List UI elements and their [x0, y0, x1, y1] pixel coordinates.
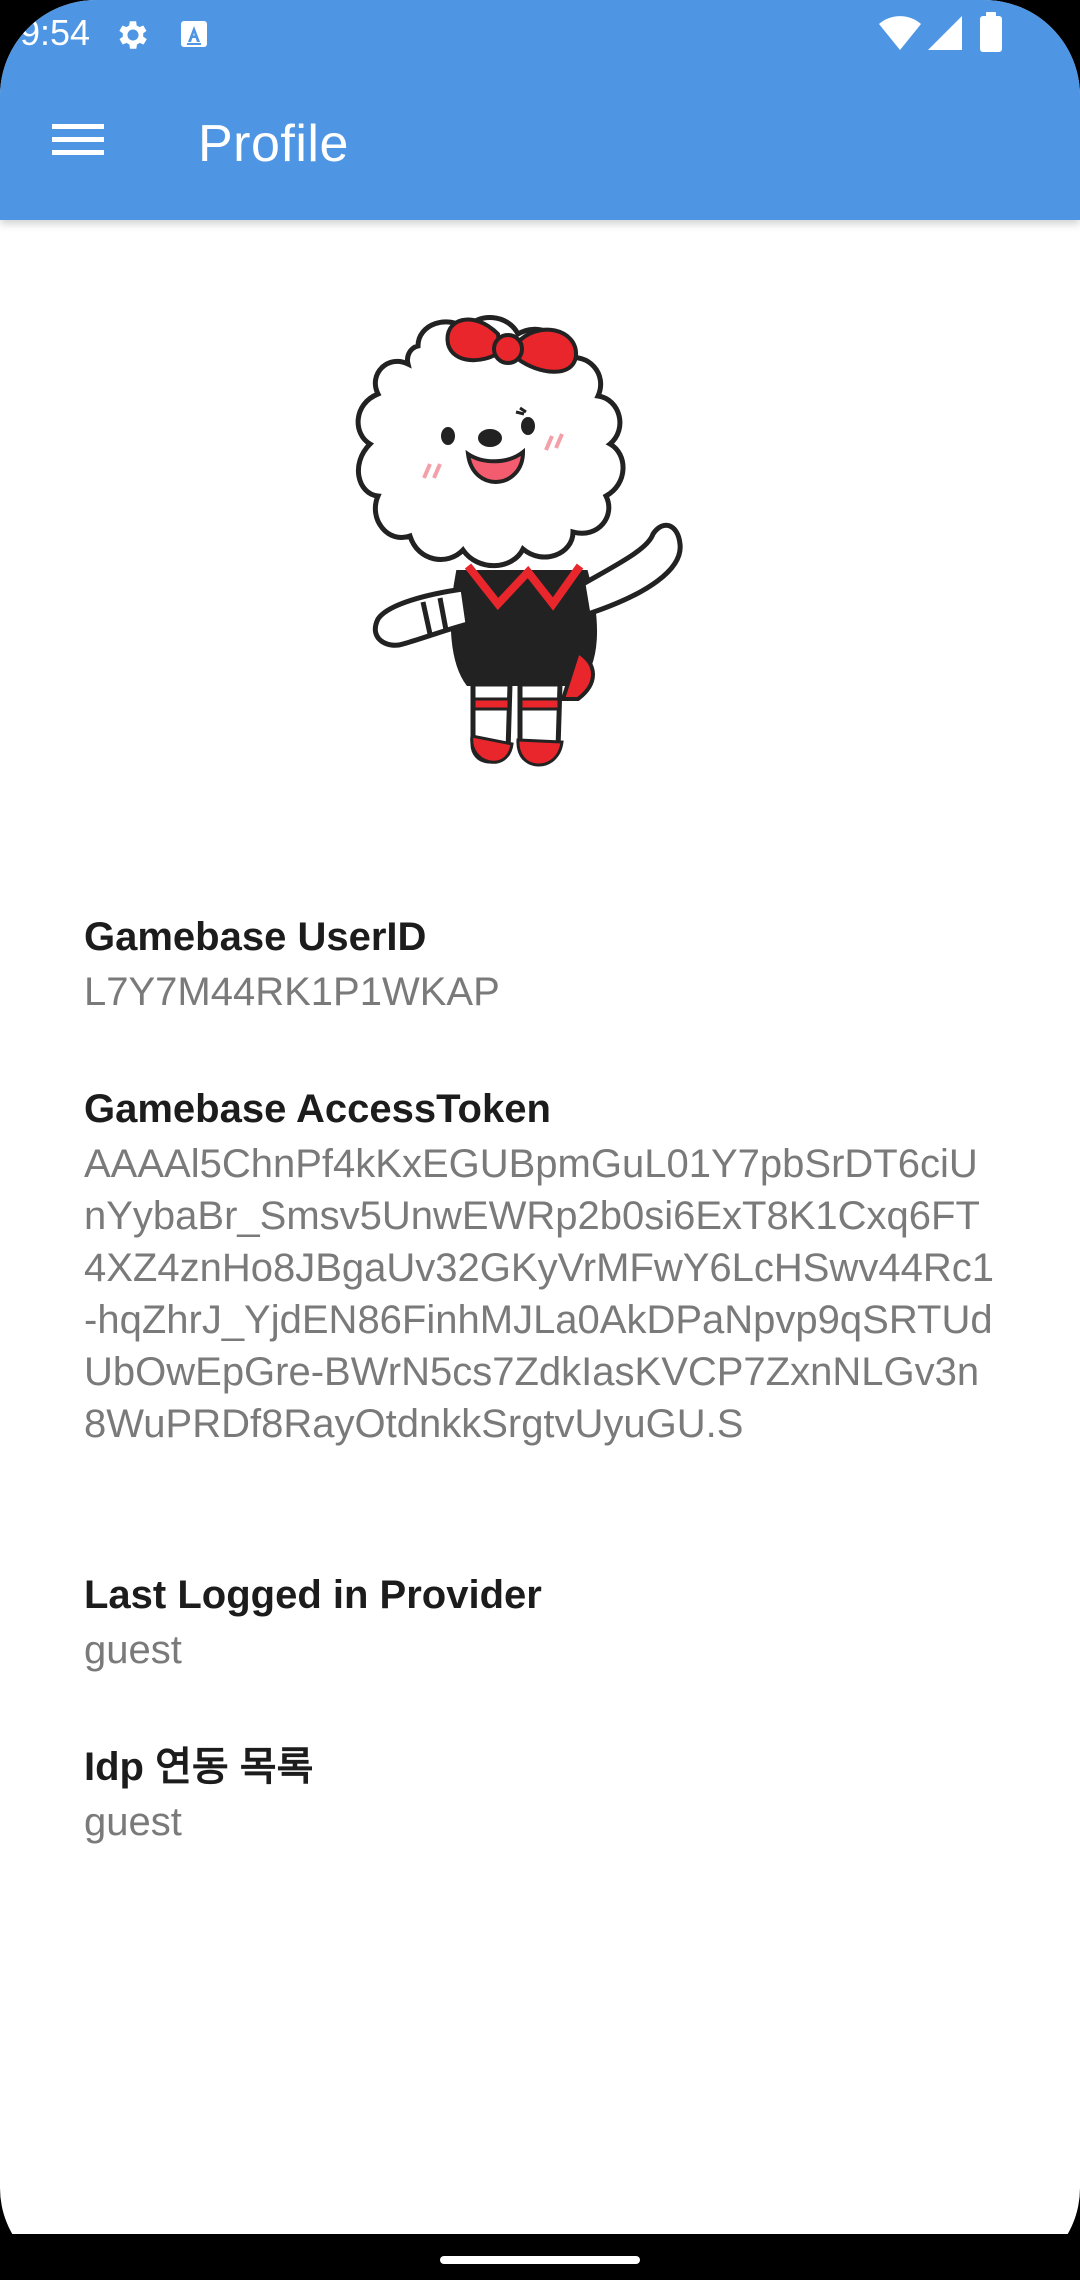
phone-screen: 9:54 Profile Gamebase UserID L7Y7M44RK1P… — [0, 0, 1080, 2280]
last-provider-label: Last Logged in Provider — [84, 1573, 542, 1617]
idp-list-section: Idp 연동 목록 guest — [84, 1742, 1004, 1848]
accesstoken-section: Gamebase AccessToken AAAAl5ChnPf4kKxEGUB… — [84, 1084, 1004, 1450]
last-provider-section: Last Logged in Provider guest — [84, 1570, 1004, 1676]
battery-icon — [980, 12, 1002, 52]
page-title: Profile — [198, 115, 349, 173]
app-bar: Profile — [0, 66, 1080, 220]
gear-icon — [114, 16, 152, 54]
last-provider-value: guest — [84, 1628, 182, 1672]
userid-section: Gamebase UserID L7Y7M44RK1P1WKAP — [84, 912, 1004, 1018]
home-gesture-handle[interactable] — [440, 2256, 640, 2264]
accesstoken-label: Gamebase AccessToken — [84, 1087, 551, 1131]
userid-label: Gamebase UserID — [84, 915, 427, 959]
wifi-icon — [878, 16, 922, 52]
status-clock: 9:54 — [20, 12, 91, 53]
userid-value: L7Y7M44RK1P1WKAP — [84, 970, 500, 1014]
accesstoken-value: AAAAl5ChnPf4kKxEGUBpmGuL01Y7pbSrDT6ciUnY… — [84, 1142, 994, 1446]
signal-icon — [928, 14, 964, 52]
idp-list-label: Idp 연동 목록 — [84, 1745, 314, 1789]
a-badge-icon — [180, 18, 208, 50]
status-bar: 9:54 — [0, 0, 1080, 66]
profile-avatar-image — [348, 304, 708, 794]
hamburger-menu-button[interactable] — [30, 110, 126, 174]
top-app-bar: 9:54 Profile — [0, 0, 1080, 220]
hamburger-menu-icon — [52, 122, 104, 163]
idp-list-value: guest — [84, 1800, 182, 1844]
